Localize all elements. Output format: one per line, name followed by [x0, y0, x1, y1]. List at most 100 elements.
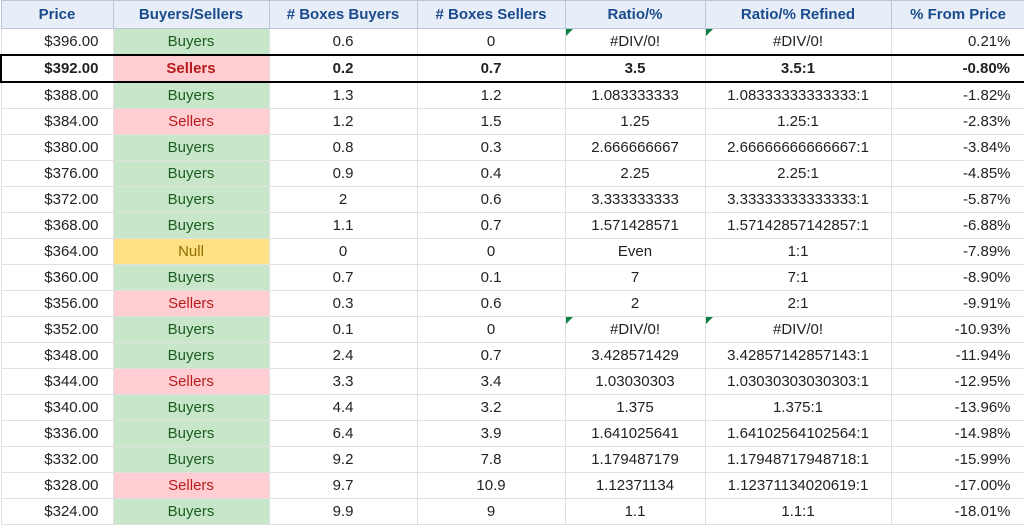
cell-ratio-refined[interactable]: 3.33333333333333:1 — [705, 187, 891, 213]
cell-price[interactable]: $376.00 — [1, 161, 113, 187]
table-row[interactable]: $360.00Buyers0.70.177:1-8.90% — [1, 265, 1024, 291]
table-row[interactable]: $380.00Buyers0.80.32.6666666672.66666666… — [1, 135, 1024, 161]
cell-buyers-sellers[interactable]: Buyers — [113, 317, 269, 343]
table-row[interactable]: $392.00Sellers0.20.73.53.5:1-0.80% — [1, 55, 1024, 82]
cell-price[interactable]: $356.00 — [1, 291, 113, 317]
table-row[interactable]: $328.00Sellers9.710.91.123711341.1237113… — [1, 473, 1024, 499]
cell-ratio-refined[interactable]: 3.5:1 — [705, 55, 891, 82]
table-row[interactable]: $352.00Buyers0.10#DIV/0!#DIV/0!-10.93% — [1, 317, 1024, 343]
cell-boxes-buyers[interactable]: 0 — [269, 239, 417, 265]
header-boxes-buyers[interactable]: # Boxes Buyers — [269, 1, 417, 29]
cell-pct-from-price[interactable]: -13.96% — [891, 395, 1024, 421]
cell-ratio-refined[interactable]: 3.42857142857143:1 — [705, 343, 891, 369]
cell-buyers-sellers[interactable]: Sellers — [113, 473, 269, 499]
cell-ratio[interactable]: 1.179487179 — [565, 447, 705, 473]
table-row[interactable]: $376.00Buyers0.90.42.252.25:1-4.85% — [1, 161, 1024, 187]
cell-pct-from-price[interactable]: -15.99% — [891, 447, 1024, 473]
cell-boxes-buyers[interactable]: 3.3 — [269, 369, 417, 395]
cell-boxes-sellers[interactable]: 0 — [417, 317, 565, 343]
cell-pct-from-price[interactable]: -4.85% — [891, 161, 1024, 187]
cell-ratio[interactable]: 7 — [565, 265, 705, 291]
cell-ratio-refined[interactable]: 2.25:1 — [705, 161, 891, 187]
table-row[interactable]: $332.00Buyers9.27.81.1794871791.17948717… — [1, 447, 1024, 473]
table-row[interactable]: $364.00Null00Even1:1-7.89% — [1, 239, 1024, 265]
cell-pct-from-price[interactable]: 0.21% — [891, 29, 1024, 56]
cell-buyers-sellers[interactable]: Buyers — [113, 187, 269, 213]
table-row[interactable]: $340.00Buyers4.43.21.3751.375:1-13.96% — [1, 395, 1024, 421]
cell-ratio-refined[interactable]: 1.17948717948718:1 — [705, 447, 891, 473]
cell-boxes-buyers[interactable]: 1.2 — [269, 109, 417, 135]
cell-ratio[interactable]: 1.03030303 — [565, 369, 705, 395]
cell-boxes-sellers[interactable]: 10.9 — [417, 473, 565, 499]
cell-price[interactable]: $352.00 — [1, 317, 113, 343]
cell-boxes-buyers[interactable]: 0.6 — [269, 29, 417, 56]
table-row[interactable]: $336.00Buyers6.43.91.6410256411.64102564… — [1, 421, 1024, 447]
table-row[interactable]: $348.00Buyers2.40.73.4285714293.42857142… — [1, 343, 1024, 369]
cell-price[interactable]: $380.00 — [1, 135, 113, 161]
cell-boxes-sellers[interactable]: 3.4 — [417, 369, 565, 395]
cell-boxes-buyers[interactable]: 1.1 — [269, 213, 417, 239]
table-row[interactable]: $368.00Buyers1.10.71.5714285711.57142857… — [1, 213, 1024, 239]
cell-boxes-buyers[interactable]: 2 — [269, 187, 417, 213]
cell-ratio[interactable]: 1.641025641 — [565, 421, 705, 447]
cell-price[interactable]: $396.00 — [1, 29, 113, 56]
cell-price[interactable]: $384.00 — [1, 109, 113, 135]
cell-boxes-buyers[interactable]: 4.4 — [269, 395, 417, 421]
cell-pct-from-price[interactable]: -2.83% — [891, 109, 1024, 135]
cell-pct-from-price[interactable]: -0.80% — [891, 55, 1024, 82]
cell-ratio[interactable]: 1.571428571 — [565, 213, 705, 239]
cell-boxes-sellers[interactable]: 0 — [417, 239, 565, 265]
cell-buyers-sellers[interactable]: Sellers — [113, 369, 269, 395]
cell-price[interactable]: $372.00 — [1, 187, 113, 213]
cell-price[interactable]: $332.00 — [1, 447, 113, 473]
cell-boxes-sellers[interactable]: 1.2 — [417, 82, 565, 109]
cell-pct-from-price[interactable]: -9.91% — [891, 291, 1024, 317]
table-row[interactable]: $356.00Sellers0.30.622:1-9.91% — [1, 291, 1024, 317]
cell-buyers-sellers[interactable]: Buyers — [113, 213, 269, 239]
cell-boxes-sellers[interactable]: 0.7 — [417, 213, 565, 239]
cell-boxes-buyers[interactable]: 0.1 — [269, 317, 417, 343]
header-buyers-sellers[interactable]: Buyers/Sellers — [113, 1, 269, 29]
cell-ratio[interactable]: 2.25 — [565, 161, 705, 187]
cell-pct-from-price[interactable]: -10.93% — [891, 317, 1024, 343]
cell-ratio[interactable]: 1.25 — [565, 109, 705, 135]
cell-buyers-sellers[interactable]: Buyers — [113, 82, 269, 109]
cell-buyers-sellers[interactable]: Buyers — [113, 447, 269, 473]
header-ratio[interactable]: Ratio/% — [565, 1, 705, 29]
cell-price[interactable]: $388.00 — [1, 82, 113, 109]
cell-ratio[interactable]: Even — [565, 239, 705, 265]
table-row[interactable]: $388.00Buyers1.31.21.0833333331.08333333… — [1, 82, 1024, 109]
cell-ratio-refined[interactable]: #DIV/0! — [705, 317, 891, 343]
cell-ratio-refined[interactable]: 1.25:1 — [705, 109, 891, 135]
cell-ratio[interactable]: 2 — [565, 291, 705, 317]
cell-pct-from-price[interactable]: -6.88% — [891, 213, 1024, 239]
header-ratio-refined[interactable]: Ratio/% Refined — [705, 1, 891, 29]
cell-buyers-sellers[interactable]: Sellers — [113, 109, 269, 135]
cell-ratio-refined[interactable]: #DIV/0! — [705, 29, 891, 56]
cell-ratio[interactable]: 3.5 — [565, 55, 705, 82]
cell-price[interactable]: $328.00 — [1, 473, 113, 499]
cell-buyers-sellers[interactable]: Buyers — [113, 395, 269, 421]
cell-ratio[interactable]: 2.666666667 — [565, 135, 705, 161]
cell-boxes-buyers[interactable]: 0.3 — [269, 291, 417, 317]
cell-boxes-sellers[interactable]: 0 — [417, 29, 565, 56]
cell-buyers-sellers[interactable]: Sellers — [113, 55, 269, 82]
cell-price[interactable]: $336.00 — [1, 421, 113, 447]
table-row[interactable]: $384.00Sellers1.21.51.251.25:1-2.83% — [1, 109, 1024, 135]
cell-buyers-sellers[interactable]: Buyers — [113, 29, 269, 56]
cell-boxes-sellers[interactable]: 3.2 — [417, 395, 565, 421]
cell-pct-from-price[interactable]: -1.82% — [891, 82, 1024, 109]
table-row[interactable]: $372.00Buyers20.63.3333333333.3333333333… — [1, 187, 1024, 213]
cell-ratio-refined[interactable]: 2:1 — [705, 291, 891, 317]
cell-pct-from-price[interactable]: -14.98% — [891, 421, 1024, 447]
cell-pct-from-price[interactable]: -12.95% — [891, 369, 1024, 395]
cell-price[interactable]: $344.00 — [1, 369, 113, 395]
cell-ratio-refined[interactable]: 1.12371134020619:1 — [705, 473, 891, 499]
header-pct-from-price[interactable]: % From Price — [891, 1, 1024, 29]
cell-ratio[interactable]: 1.12371134 — [565, 473, 705, 499]
cell-buyers-sellers[interactable]: Buyers — [113, 421, 269, 447]
cell-pct-from-price[interactable]: -8.90% — [891, 265, 1024, 291]
cell-ratio[interactable]: 1.083333333 — [565, 82, 705, 109]
cell-ratio-refined[interactable]: 1.57142857142857:1 — [705, 213, 891, 239]
cell-pct-from-price[interactable]: -3.84% — [891, 135, 1024, 161]
